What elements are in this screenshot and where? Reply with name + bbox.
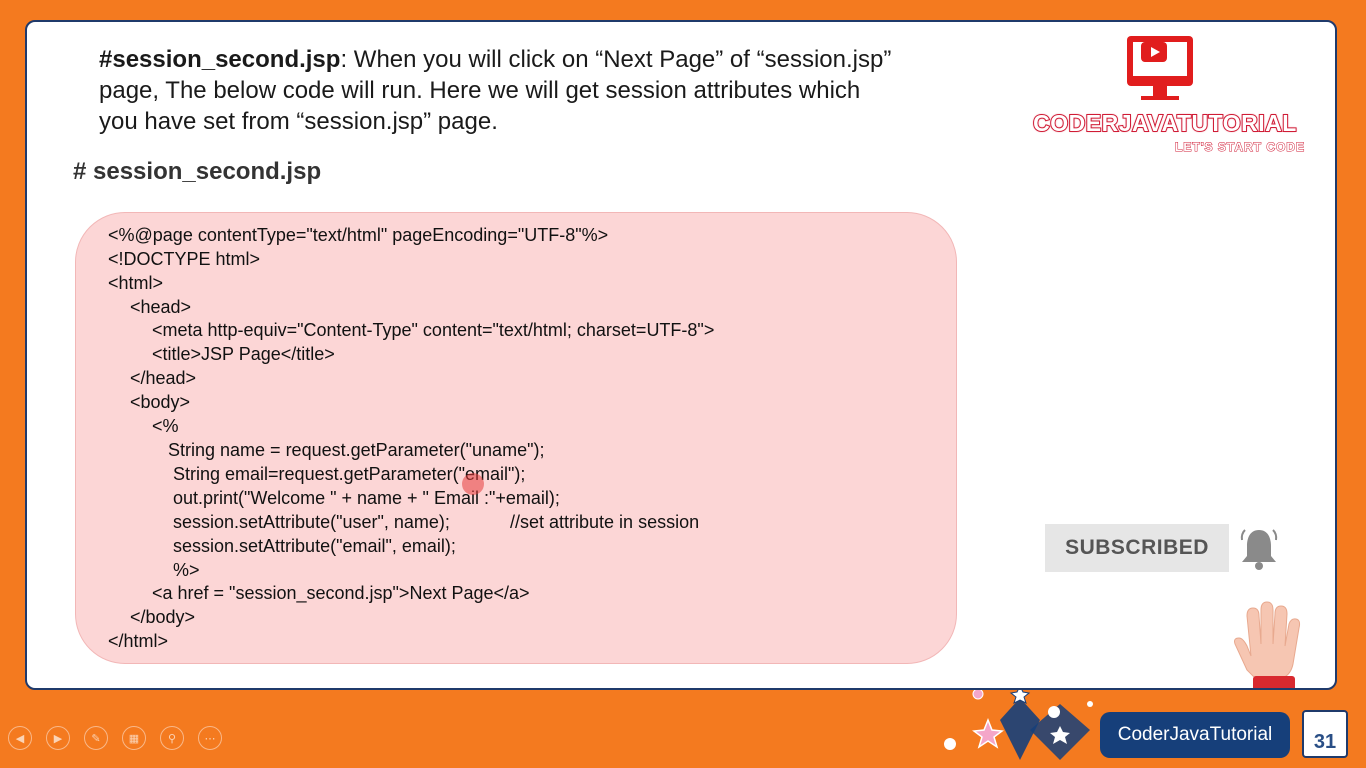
code-line: </head> — [130, 368, 197, 388]
code-line: String name = request.getParameter("unam… — [168, 440, 545, 460]
prev-icon[interactable]: ◀ — [8, 726, 32, 750]
hand-icon — [1234, 601, 1301, 688]
zoom-icon[interactable]: ⚲ — [160, 726, 184, 750]
slides-icon[interactable]: ▦ — [122, 726, 146, 750]
bell-icon[interactable] — [1239, 526, 1279, 572]
code-box: <%@page contentType="text/html" pageEnco… — [75, 212, 957, 664]
next-icon[interactable]: ▶ — [46, 726, 70, 750]
code-line: session.setAttribute("email", email); — [173, 536, 456, 556]
code-line: <body> — [130, 392, 191, 412]
more-icon[interactable]: ⋯ — [198, 726, 222, 750]
code-line: out.print("Welcome " + name + " Email :"… — [173, 488, 560, 508]
section-heading: # session_second.jsp — [73, 158, 322, 185]
code-line: session.setAttribute("user", name); — [173, 512, 450, 532]
code-line: <html> — [108, 273, 164, 293]
intro-line3: you have set from “session.jsp” page. — [99, 108, 498, 135]
slide-number: 31 — [1302, 710, 1348, 758]
intro-line1: : When you will click on “Next Page” of … — [340, 46, 892, 73]
channel-logo: CODERJAVATUTORIAL LET'S START CODE — [1027, 32, 1317, 172]
slide: #session_second.jsp: When you will click… — [25, 20, 1337, 690]
intro-line2: page, The below code will run. Here we w… — [99, 77, 861, 104]
code-line: <title>JSP Page</title> — [152, 344, 335, 364]
intro-text: #session_second.jsp: When you will click… — [99, 44, 979, 137]
brand-label: CoderJavaTutorial — [1100, 712, 1290, 758]
code-line: <head> — [130, 297, 192, 317]
logo-tagline: LET'S START CODE — [1175, 140, 1305, 155]
code-line: <%@page contentType="text/html" pageEnco… — [108, 225, 609, 245]
presentation-toolbar: ◀ ▶ ✎ ▦ ⚲ ⋯ CoderJavaTutorial 31 — [0, 690, 1366, 768]
pen-icon[interactable]: ✎ — [84, 726, 108, 750]
mouse-cursor-highlight — [462, 473, 484, 495]
code-line: %> — [173, 560, 200, 580]
code-line: <a href = "session_second.jsp">Next Page… — [152, 583, 530, 603]
code-line: </body> — [130, 607, 196, 627]
code-line: <% — [152, 416, 179, 436]
logo-title: CODERJAVATUTORIAL — [1032, 109, 1297, 137]
code-comment: //set attribute in session — [510, 512, 700, 532]
code-line: </html> — [108, 631, 169, 651]
decoration-stars — [944, 690, 1093, 760]
code-line: <meta http-equiv="Content-Type" content=… — [152, 320, 715, 340]
subscribed-button[interactable]: SUBSCRIBED — [1045, 524, 1229, 572]
code-line: <!DOCTYPE html> — [108, 249, 261, 269]
intro-filename: #session_second.jsp — [99, 46, 341, 73]
play-icon — [1127, 36, 1193, 86]
